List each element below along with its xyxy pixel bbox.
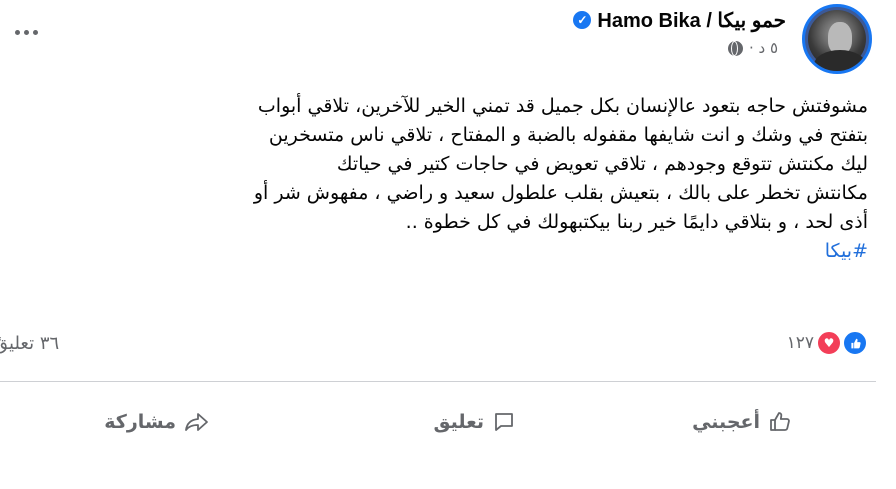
like-reaction-icon xyxy=(842,330,868,356)
divider xyxy=(0,381,876,382)
author-avatar[interactable] xyxy=(802,4,872,74)
avatar-photo xyxy=(808,10,866,71)
post-meta: ٥ د · xyxy=(727,38,778,58)
facebook-post: حمو بيكا / Hamo Bika ✓ ٥ د · مشوفتش حاجه… xyxy=(0,0,896,489)
post-text: مشوفتش حاجه بتعود عالإنسان بكل جميل قد ت… xyxy=(0,92,868,266)
like-button[interactable]: أعجبني xyxy=(692,404,792,440)
more-options-icon[interactable] xyxy=(10,20,42,44)
post-text-line: ليك مكنتش تتوقع وجودهم ، تلاقي تعويض في … xyxy=(336,153,868,175)
reactions-summary[interactable]: ♥ ١٢٧ xyxy=(787,330,868,356)
post-text-line: مكانتش تخطر على بالك ، بتعيش بقلب علطول … xyxy=(253,182,868,204)
reaction-icons: ♥ xyxy=(816,330,868,356)
comment-icon xyxy=(492,410,516,434)
thumbs-up-icon xyxy=(768,410,792,434)
globe-icon[interactable] xyxy=(727,40,743,56)
author-row: حمو بيكا / Hamo Bika ✓ xyxy=(573,6,786,34)
avatar-shoulders xyxy=(814,50,866,71)
post-text-line: مشوفتش حاجه بتعود عالإنسان بكل جميل قد ت… xyxy=(257,95,868,117)
comment-button[interactable]: تعليق xyxy=(434,404,517,440)
post-text-line: أذى لحد ، و بتلاقي دايمًا خير ربنا بيكتب… xyxy=(405,211,868,233)
comment-label: تعليق xyxy=(433,411,485,433)
hashtag-link[interactable]: #بيكا xyxy=(0,237,868,266)
share-arrow-icon xyxy=(184,410,210,434)
post-text-line: بتفتح في وشك و انت شايفها مقفوله بالضبة … xyxy=(268,124,868,146)
verified-badge-icon: ✓ xyxy=(573,11,592,29)
comments-count[interactable]: ٣٦ تعليقً xyxy=(0,330,59,356)
reactions-count: ١٢٧ xyxy=(786,333,814,353)
share-button[interactable]: مشاركة xyxy=(104,404,210,440)
post-time[interactable]: ٥ د · xyxy=(749,39,778,57)
like-label: أعجبني xyxy=(692,411,760,433)
share-label: مشاركة xyxy=(104,411,176,433)
author-name[interactable]: حمو بيكا / Hamo Bika xyxy=(597,8,786,33)
love-reaction-icon: ♥ xyxy=(816,330,842,356)
